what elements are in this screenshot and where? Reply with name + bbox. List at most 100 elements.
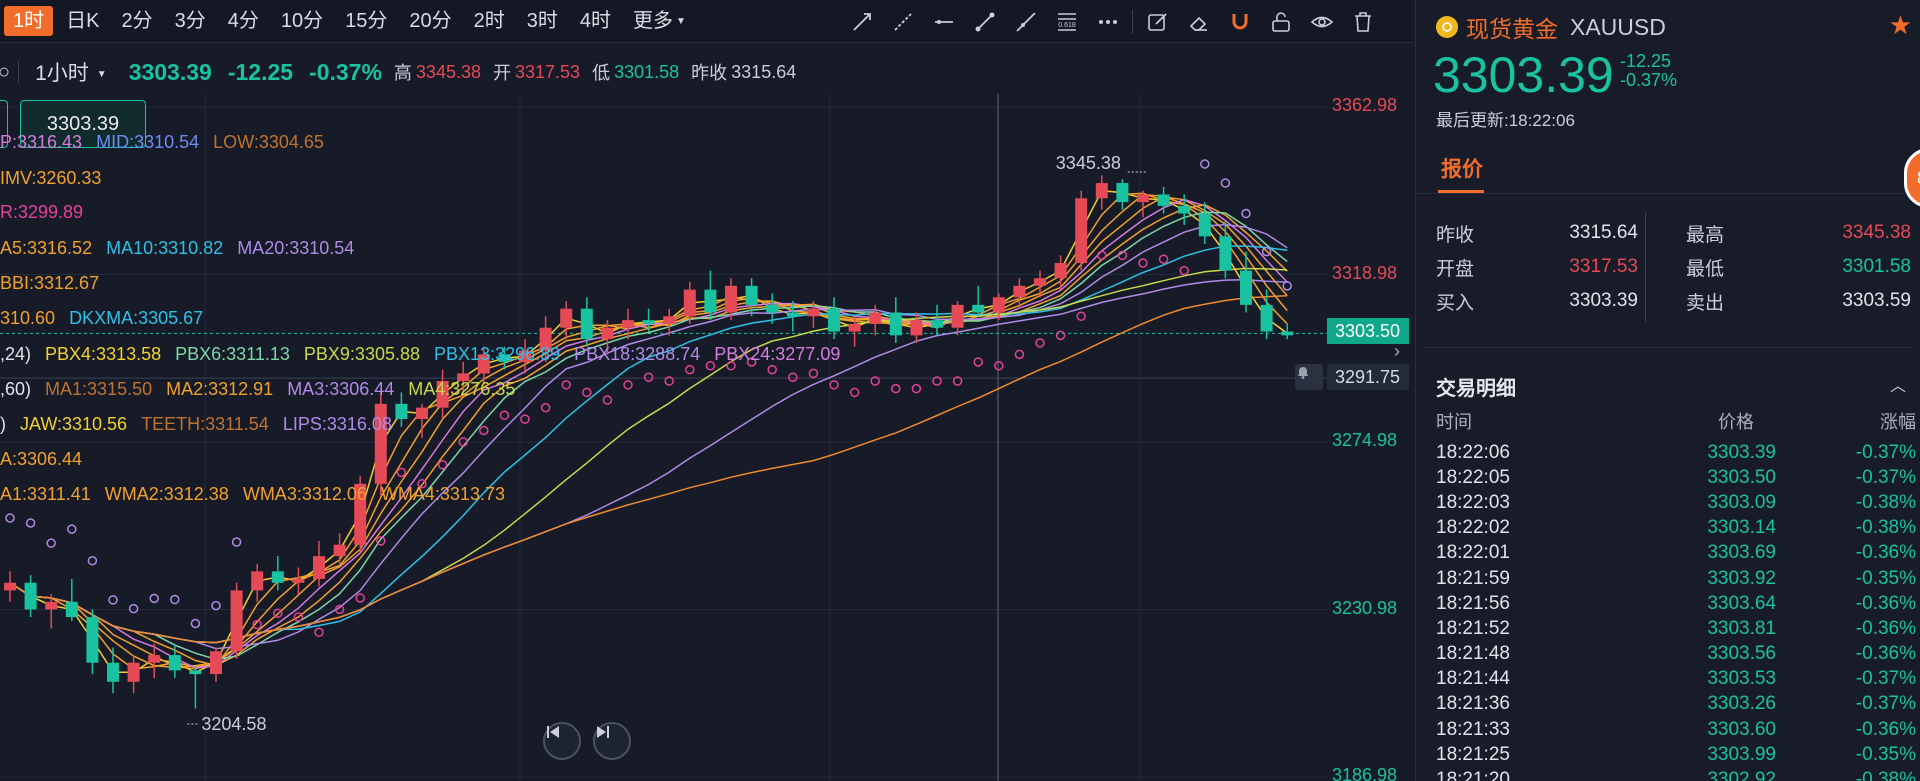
candle-body	[972, 304, 985, 313]
fibonacci-icon: 0.618	[1057, 12, 1076, 31]
magnet-tool[interactable]	[1219, 0, 1260, 43]
ray-line-tool[interactable]	[882, 0, 923, 43]
sar-dot	[520, 414, 530, 424]
sar-dot	[540, 402, 551, 413]
caret-down-icon: ▼	[675, 15, 686, 27]
timeframe-label: 日K	[66, 10, 100, 32]
timeframe-tab[interactable]: 3时	[518, 6, 567, 36]
edit-drawing-tool[interactable]	[1137, 0, 1178, 43]
chart-area[interactable]: 3345.38 3204.58 3303.39 P:3316.43 MID:3310…	[0, 94, 1413, 781]
timeframe-tab[interactable]: 20分	[400, 6, 460, 36]
fibonacci-tool[interactable]: 0.618	[1046, 0, 1087, 43]
timeframe-tab[interactable]: 日K	[57, 6, 108, 36]
timeframe-tab[interactable]: 3分	[166, 6, 215, 36]
candle	[107, 647, 119, 694]
timeframe-tab[interactable]: 1时	[4, 6, 54, 36]
candle-body	[725, 285, 737, 313]
tab-quote[interactable]: 报价	[1441, 153, 1483, 183]
trade-row: 18:22:02 3303.14 -0.38%	[1436, 516, 1916, 541]
trade-change: -0.37%	[1855, 466, 1916, 488]
more-tools-tool[interactable]	[1087, 0, 1128, 43]
trade-time: 18:21:48	[1436, 643, 1510, 665]
sar-dot	[479, 425, 489, 436]
float-badge[interactable]: 8	[1904, 148, 1920, 208]
candlestick-chart[interactable]: 3345.38 3204.58	[0, 94, 1413, 781]
trade-price: 3303.69	[1707, 542, 1776, 564]
unlock-tool[interactable]	[1260, 0, 1301, 43]
chart-settings-icon[interactable]: ○	[0, 61, 10, 84]
indicator-value: DKXMA:3305.67	[69, 308, 204, 328]
trade-price: 3303.64	[1707, 592, 1776, 614]
indicator-value: PBX9:3305.88	[303, 344, 421, 364]
scroll-start-button[interactable]	[543, 722, 581, 760]
sar-dot	[67, 524, 77, 534]
axis-label: 3186.98	[1332, 765, 1398, 781]
instrument-code: XAUUSD	[1570, 13, 1666, 40]
axis-label: 3230.98	[1332, 597, 1398, 618]
candle-body	[580, 308, 593, 340]
quote-key: 最低	[1686, 258, 1725, 280]
high-label: 高	[393, 63, 412, 83]
trade-price: 3303.09	[1707, 491, 1776, 513]
sar-dot	[170, 594, 180, 605]
candle-body	[1034, 278, 1046, 286]
sar-dot	[911, 383, 922, 394]
candle-body	[168, 655, 181, 671]
indicator-value: WMA2:3312.38	[104, 484, 229, 504]
indicator-value: ,24)	[0, 344, 32, 364]
timeframe-label: 20分	[409, 10, 452, 32]
sar-dot	[829, 380, 839, 390]
star-icon[interactable]: ★	[1889, 10, 1912, 41]
alert-button[interactable]	[1295, 364, 1323, 390]
collapse-chevron-icon[interactable]: ︿	[1890, 372, 1906, 396]
trash-tool[interactable]	[1342, 0, 1383, 43]
sar-dot	[849, 387, 860, 398]
sar-dot	[1076, 311, 1086, 322]
timeframe-tab[interactable]: 10分	[272, 6, 332, 36]
candle-body	[807, 308, 820, 317]
candle-body	[992, 297, 1005, 313]
scroll-end-button[interactable]	[593, 722, 631, 760]
timeframe-tab[interactable]: 4分	[219, 6, 268, 36]
candle-body	[1137, 194, 1149, 203]
candle-body	[601, 327, 614, 340]
trade-price: 3303.14	[1707, 517, 1776, 539]
horizontal-line-tool[interactable]	[923, 0, 964, 43]
timeframe-tab[interactable]: 4时	[571, 6, 620, 36]
indicator-value: ,60)	[0, 379, 32, 399]
candle-body	[910, 320, 923, 336]
trade-price: 3303.60	[1707, 718, 1776, 740]
sar-dot	[190, 618, 201, 629]
timeframe-tab[interactable]: 15分	[336, 6, 396, 36]
extended-line-tool[interactable]	[1005, 0, 1046, 43]
bell-icon	[1298, 367, 1308, 379]
eraser-tool[interactable]	[1178, 0, 1219, 43]
candle	[972, 285, 985, 317]
candle-body	[642, 320, 655, 324]
low-value: 3301.58	[614, 61, 680, 82]
candle-body	[1116, 183, 1129, 203]
trade-change: -0.35%	[1855, 567, 1916, 589]
sar-dot	[1220, 178, 1231, 188]
indicator-value: R:3299.89	[0, 202, 84, 222]
trend-line-tool[interactable]	[841, 0, 882, 43]
candle	[251, 563, 264, 602]
eye-tool[interactable]	[1301, 0, 1342, 43]
period-select[interactable]: 1小时 ▼	[35, 57, 107, 87]
sar-dot	[314, 627, 324, 638]
segment-tool[interactable]	[964, 0, 1005, 43]
timeframe-tab[interactable]: 更多 ▼	[624, 6, 695, 36]
timeframe-tab[interactable]: 2分	[112, 6, 161, 36]
timeframe-tab[interactable]: 2时	[465, 6, 514, 36]
sar-dot	[87, 555, 98, 566]
trade-change: -0.36%	[1855, 542, 1916, 564]
axis-label: 3318.98	[1332, 262, 1398, 283]
candle-body	[951, 304, 964, 328]
candle-body	[622, 320, 634, 328]
sar-dot	[1035, 338, 1045, 348]
instrument-title: 现货黄金 XAUUSD	[1436, 10, 1666, 44]
candle-body	[931, 320, 943, 328]
chevron-right-icon[interactable]: ›	[1394, 341, 1400, 362]
candle-body	[210, 651, 222, 675]
trade-time: 18:21:44	[1436, 668, 1510, 690]
